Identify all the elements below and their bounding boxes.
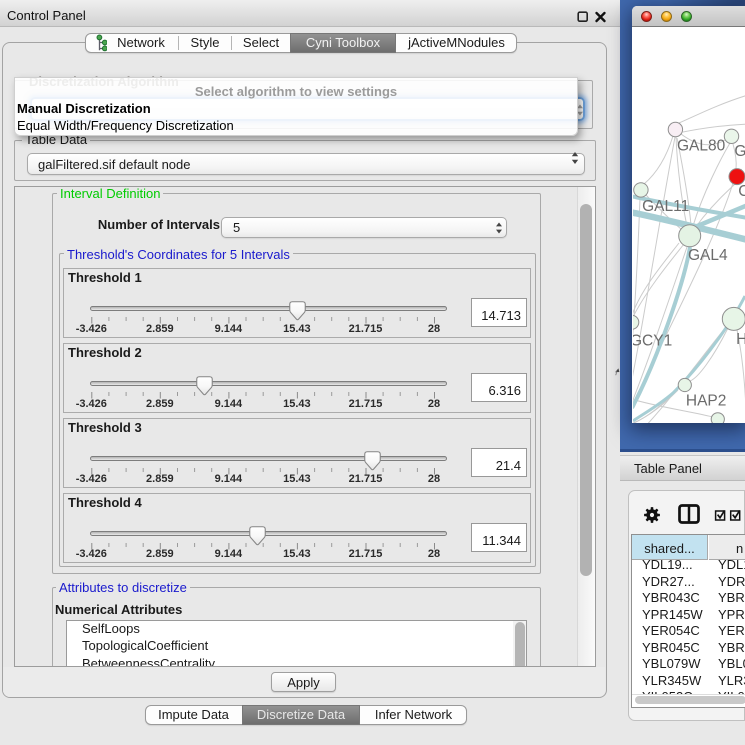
svg-text:GA: GA bbox=[734, 143, 745, 160]
svg-text:GAL80: GAL80 bbox=[677, 138, 726, 155]
svg-text:HAP2: HAP2 bbox=[686, 393, 727, 410]
svg-text:HA: HA bbox=[736, 331, 745, 348]
svg-text:GAL11: GAL11 bbox=[642, 198, 689, 215]
svg-text:GCY1: GCY1 bbox=[633, 332, 672, 349]
svg-text:C: C bbox=[738, 183, 745, 200]
svg-text:GAL4: GAL4 bbox=[688, 247, 728, 264]
